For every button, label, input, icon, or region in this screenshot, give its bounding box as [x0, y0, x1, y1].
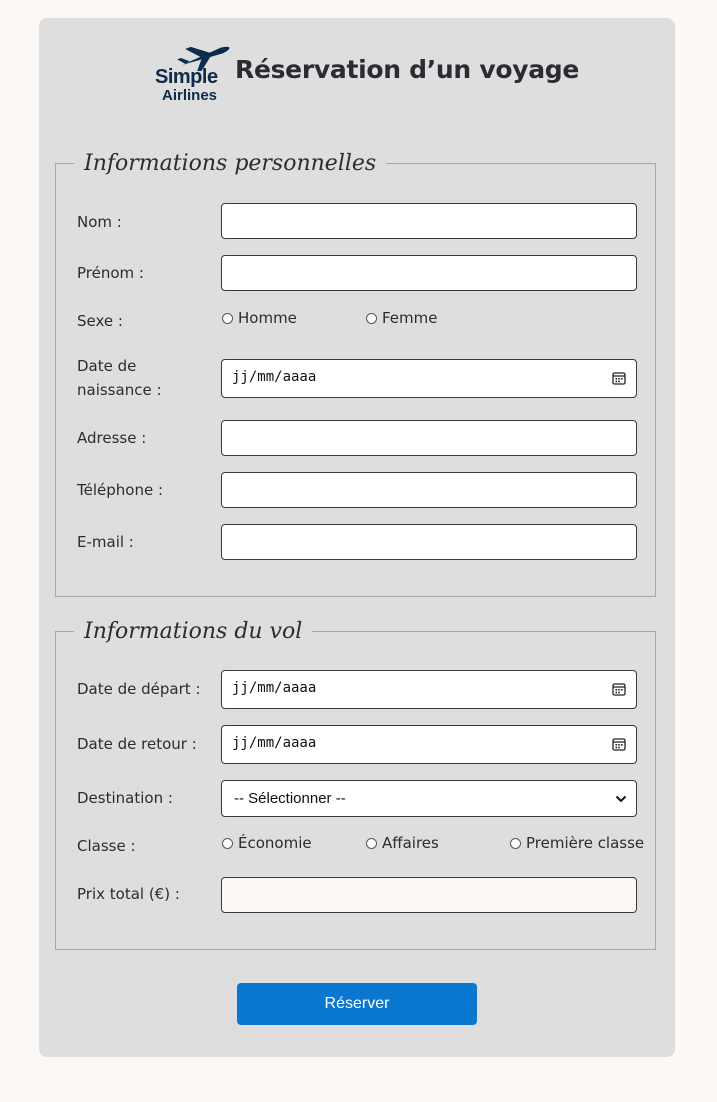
radio-affaires-label: Affaires — [382, 834, 439, 852]
radio-economie-circle[interactable] — [222, 837, 233, 849]
depart-date-placeholder: jj/mm/aaaa — [232, 680, 317, 696]
booking-form-card: Simple Airlines Réservation d’un voyage … — [39, 18, 675, 1057]
nom-input[interactable] — [221, 203, 637, 239]
form-header: Simple Airlines Réservation d’un voyage — [39, 18, 675, 128]
radio-economie[interactable]: Économie — [222, 834, 312, 852]
radio-homme[interactable]: Homme — [222, 309, 297, 327]
retour-date-input[interactable]: jj/mm/aaaa — [221, 725, 637, 764]
simple-airlines-logo: Simple Airlines — [153, 43, 235, 109]
adresse-label: Adresse : — [77, 429, 147, 447]
sexe-label: Sexe : — [77, 312, 123, 330]
naissance-label: Date de naissance : — [77, 357, 162, 399]
prenom-input[interactable] — [221, 255, 637, 291]
classe-label: Classe : — [77, 837, 136, 855]
retour-date-placeholder: jj/mm/aaaa — [232, 735, 317, 751]
nom-label: Nom : — [77, 213, 122, 231]
radio-affaires[interactable]: Affaires — [366, 834, 439, 852]
radio-femme-label: Femme — [382, 309, 438, 327]
flight-info-legend: Informations du vol — [74, 619, 313, 645]
flight-info-fieldset: Informations du vol Date de départ : jj/… — [55, 619, 656, 950]
telephone-input[interactable] — [221, 472, 637, 508]
email-label: E-mail : — [77, 533, 134, 551]
calendar-icon[interactable] — [612, 682, 626, 696]
calendar-icon[interactable] — [612, 371, 626, 385]
naissance-date-placeholder: jj/mm/aaaa — [232, 369, 317, 385]
radio-premiere-classe[interactable]: Première classe — [510, 834, 644, 852]
calendar-icon[interactable] — [612, 737, 626, 751]
personal-info-legend: Informations personnelles — [74, 151, 387, 177]
depart-label: Date de départ : — [77, 680, 201, 698]
depart-date-input[interactable]: jj/mm/aaaa — [221, 670, 637, 709]
radio-femme[interactable]: Femme — [366, 309, 438, 327]
naissance-date-input[interactable]: jj/mm/aaaa — [221, 359, 637, 398]
prenom-label: Prénom : — [77, 264, 144, 282]
telephone-label: Téléphone : — [77, 481, 164, 499]
prix-label: Prix total (€) : — [77, 885, 180, 903]
logo-text-simple: Simple — [155, 66, 218, 88]
retour-label: Date de retour : — [77, 735, 197, 753]
personal-info-fieldset: Informations personnelles Nom : Prénom :… — [55, 151, 656, 597]
email-input[interactable] — [221, 524, 637, 560]
radio-premiere-classe-circle[interactable] — [510, 837, 521, 849]
prix-total-field — [221, 877, 637, 913]
destination-label: Destination : — [77, 789, 173, 807]
logo-text-airlines: Airlines — [162, 87, 218, 104]
adresse-input[interactable] — [221, 420, 637, 456]
radio-affaires-circle[interactable] — [366, 837, 377, 849]
reserver-button[interactable]: Réserver — [237, 983, 477, 1025]
page-title: Réservation d’un voyage — [235, 55, 580, 84]
radio-premiere-classe-label: Première classe — [526, 834, 645, 852]
chevron-down-icon[interactable] — [615, 794, 627, 804]
radio-homme-label: Homme — [238, 309, 297, 327]
destination-select[interactable]: -- Sélectionner -- — [221, 780, 637, 817]
radio-homme-circle[interactable] — [222, 312, 233, 324]
radio-economie-label: Économie — [238, 834, 312, 852]
radio-femme-circle[interactable] — [366, 312, 377, 324]
destination-selected-value: -- Sélectionner -- — [234, 790, 346, 807]
